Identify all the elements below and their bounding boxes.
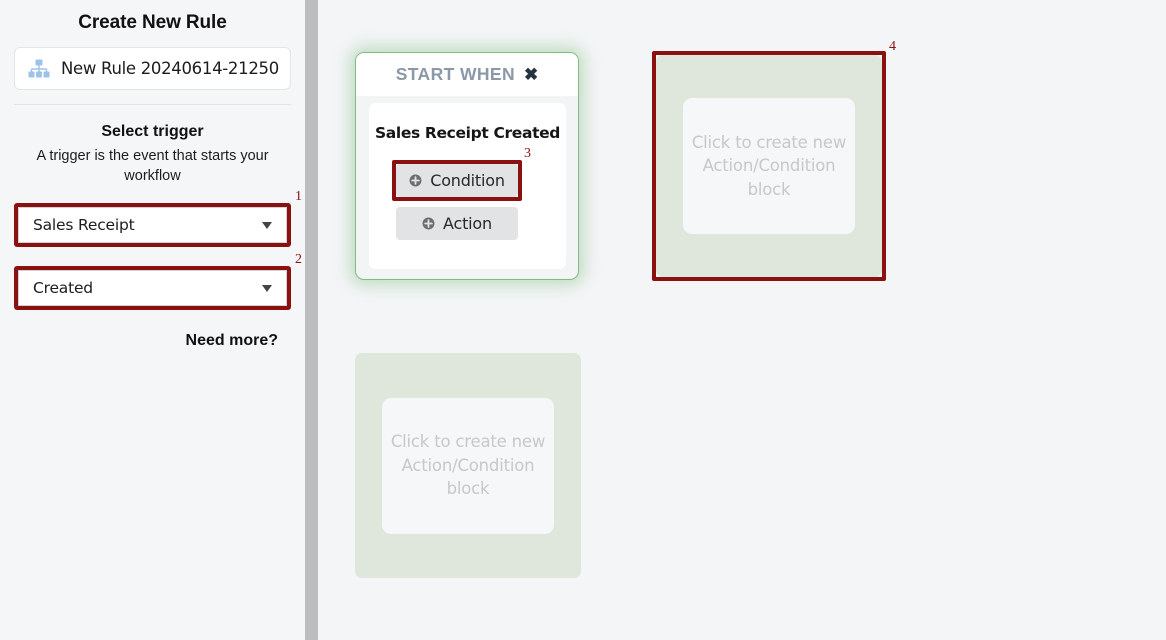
sidebar-scrollbar-track[interactable] [305, 0, 318, 640]
sidebar-divider [14, 104, 291, 105]
start-when-header: START WHEN ✖ [356, 53, 578, 96]
sidebar-scrollbar-thumb[interactable] [305, 0, 318, 640]
trigger-event-select[interactable]: Created [18, 270, 287, 307]
start-when-label: START WHEN [395, 64, 516, 84]
sidebar-panel: Create New Rule New Rule 20240614-21250 … [0, 0, 305, 640]
condition-button-annotation: 3 Condition [392, 146, 531, 201]
annotation-number-4: 4 [889, 39, 896, 54]
need-more-link[interactable]: Need more? [14, 332, 291, 350]
workflow-canvas: START WHEN ✖ Sales Receipt Created 3 Con… [318, 0, 1166, 640]
annotation-number-1: 1 [295, 189, 302, 205]
caret-down-icon [262, 221, 272, 229]
trigger-object-annotation: 1 Sales Receipt [14, 189, 302, 248]
add-condition-button[interactable]: Condition [396, 164, 518, 197]
select-trigger-description: A trigger is the event that starts your … [36, 148, 269, 184]
dropzone-right[interactable]: Click to create new Action/Condition blo… [656, 55, 882, 277]
dropzone-bottom-placeholder: Click to create new Action/Condition blo… [382, 397, 554, 534]
dropzone-bottom[interactable]: Click to create new Action/Condition blo… [355, 353, 581, 578]
rule-name-value: New Rule 20240614-21250 [61, 59, 279, 78]
trigger-object-value: Sales Receipt [33, 216, 135, 235]
sitemap-icon [28, 59, 50, 78]
annotation-number-2: 2 [295, 252, 302, 268]
trigger-event-annotation: 2 Created [14, 252, 302, 311]
page-title: Create New Rule [78, 12, 227, 33]
start-when-card: START WHEN ✖ Sales Receipt Created 3 Con… [355, 52, 579, 280]
action-button-label: Action [443, 214, 492, 233]
trigger-event-value: Created [33, 279, 93, 298]
trigger-summary-label: Sales Receipt Created [374, 124, 561, 142]
close-x-icon[interactable]: ✖ [524, 66, 538, 83]
add-action-button[interactable]: Action [396, 207, 518, 240]
dropzone-right-placeholder: Click to create new Action/Condition blo… [683, 98, 855, 234]
select-trigger-heading: Select trigger [101, 123, 204, 140]
trigger-object-select[interactable]: Sales Receipt [18, 207, 287, 244]
condition-button-label: Condition [430, 171, 505, 190]
annotation-number-3: 3 [524, 146, 531, 161]
plus-circle-icon [422, 217, 435, 230]
plus-circle-icon [409, 174, 422, 187]
caret-down-icon [262, 284, 272, 292]
rule-name-field[interactable]: New Rule 20240614-21250 [14, 47, 291, 90]
